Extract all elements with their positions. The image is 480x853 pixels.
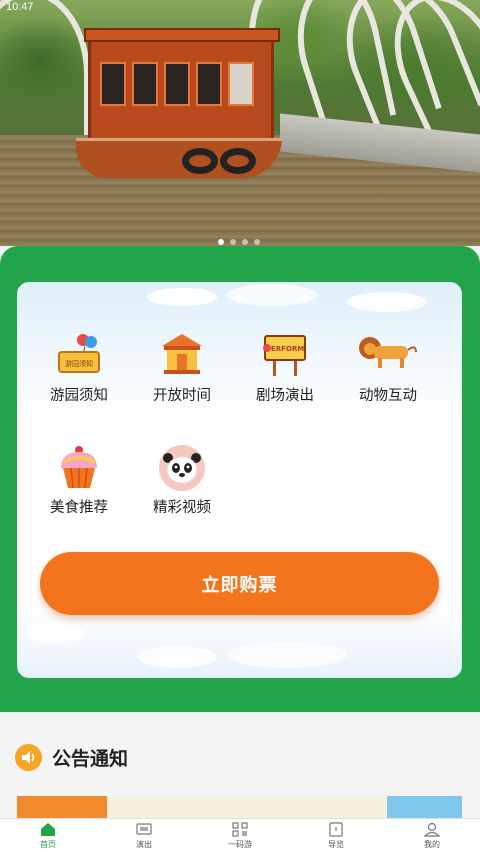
cloud-decoration	[137, 646, 217, 668]
grid-item-label: 游园须知	[50, 388, 108, 404]
banner-boat	[76, 28, 284, 178]
grid-item-opening-hours[interactable]: 开放时间	[132, 332, 232, 405]
nav-item-guide[interactable]: 导览	[288, 819, 384, 853]
banner-dot[interactable]	[254, 239, 260, 245]
notice-banner-image[interactable]	[17, 796, 462, 818]
grid-item-label: 剧场演出	[256, 388, 314, 404]
notice-header: 公告通知	[15, 732, 128, 782]
nav-label: 一码游	[228, 840, 252, 849]
grid-item-label: 美食推荐	[50, 500, 108, 516]
grid-item-theater-show[interactable]: PERFORM 剧场演出	[235, 332, 335, 405]
perform-sign-text: PERFORM	[266, 345, 304, 353]
nav-label: 演出	[136, 840, 152, 849]
cupcake-icon	[61, 446, 97, 489]
grid-item-label: 精彩视频	[153, 500, 211, 516]
speaker-icon	[15, 743, 42, 771]
qr-code-icon	[232, 822, 248, 837]
nav-item-profile[interactable]: 我的	[384, 819, 480, 853]
grid-item-videos[interactable]: 精彩视频	[132, 444, 232, 517]
cloud-decoration	[227, 642, 347, 668]
hero-banner[interactable]: 10:47	[0, 0, 480, 246]
lion-icon	[359, 337, 417, 368]
buy-ticket-button[interactable]: 立即购票	[40, 552, 439, 615]
notice-title: 公告通知	[52, 747, 129, 770]
nav-label: 首页	[40, 840, 56, 849]
banner-pagination[interactable]	[218, 239, 260, 245]
bottom-nav: 首页 演出 一码游 导览 我的	[0, 818, 480, 853]
perform-sign-icon: PERFORM	[263, 335, 306, 376]
grid-item-animal-interaction[interactable]: 动物互动	[338, 332, 438, 405]
tv-icon	[136, 823, 152, 835]
pavilion-icon	[162, 334, 202, 374]
nav-item-show[interactable]: 演出	[96, 819, 192, 853]
banner-dot[interactable]	[230, 239, 236, 245]
nav-label: 我的	[424, 840, 440, 849]
cloud-decoration	[227, 284, 317, 306]
nav-item-qr-tour[interactable]: 一码游	[192, 819, 288, 853]
home-icon	[41, 823, 55, 836]
cloud-decoration	[147, 288, 217, 306]
cloud-decoration	[25, 622, 85, 644]
nav-label: 导览	[328, 840, 344, 849]
status-time: 10:47	[6, 1, 34, 13]
nav-item-home[interactable]: 首页	[0, 819, 96, 853]
park-notice-icon: 游园须知	[58, 334, 100, 373]
cloud-decoration	[347, 292, 427, 312]
grid-item-label: 开放时间	[153, 388, 211, 404]
grid-item-food-recommendation[interactable]: 美食推荐	[29, 444, 129, 517]
panda-icon	[159, 445, 205, 491]
user-icon	[423, 822, 441, 837]
banner-dot[interactable]	[242, 239, 248, 245]
map-icon	[329, 822, 343, 837]
grid-item-label: 动物互动	[359, 388, 417, 404]
grid-item-park-notice[interactable]: 游园须知 游园须知	[29, 332, 129, 405]
park-notice-badge: 游园须知	[65, 359, 93, 368]
banner-dot[interactable]	[218, 239, 224, 245]
